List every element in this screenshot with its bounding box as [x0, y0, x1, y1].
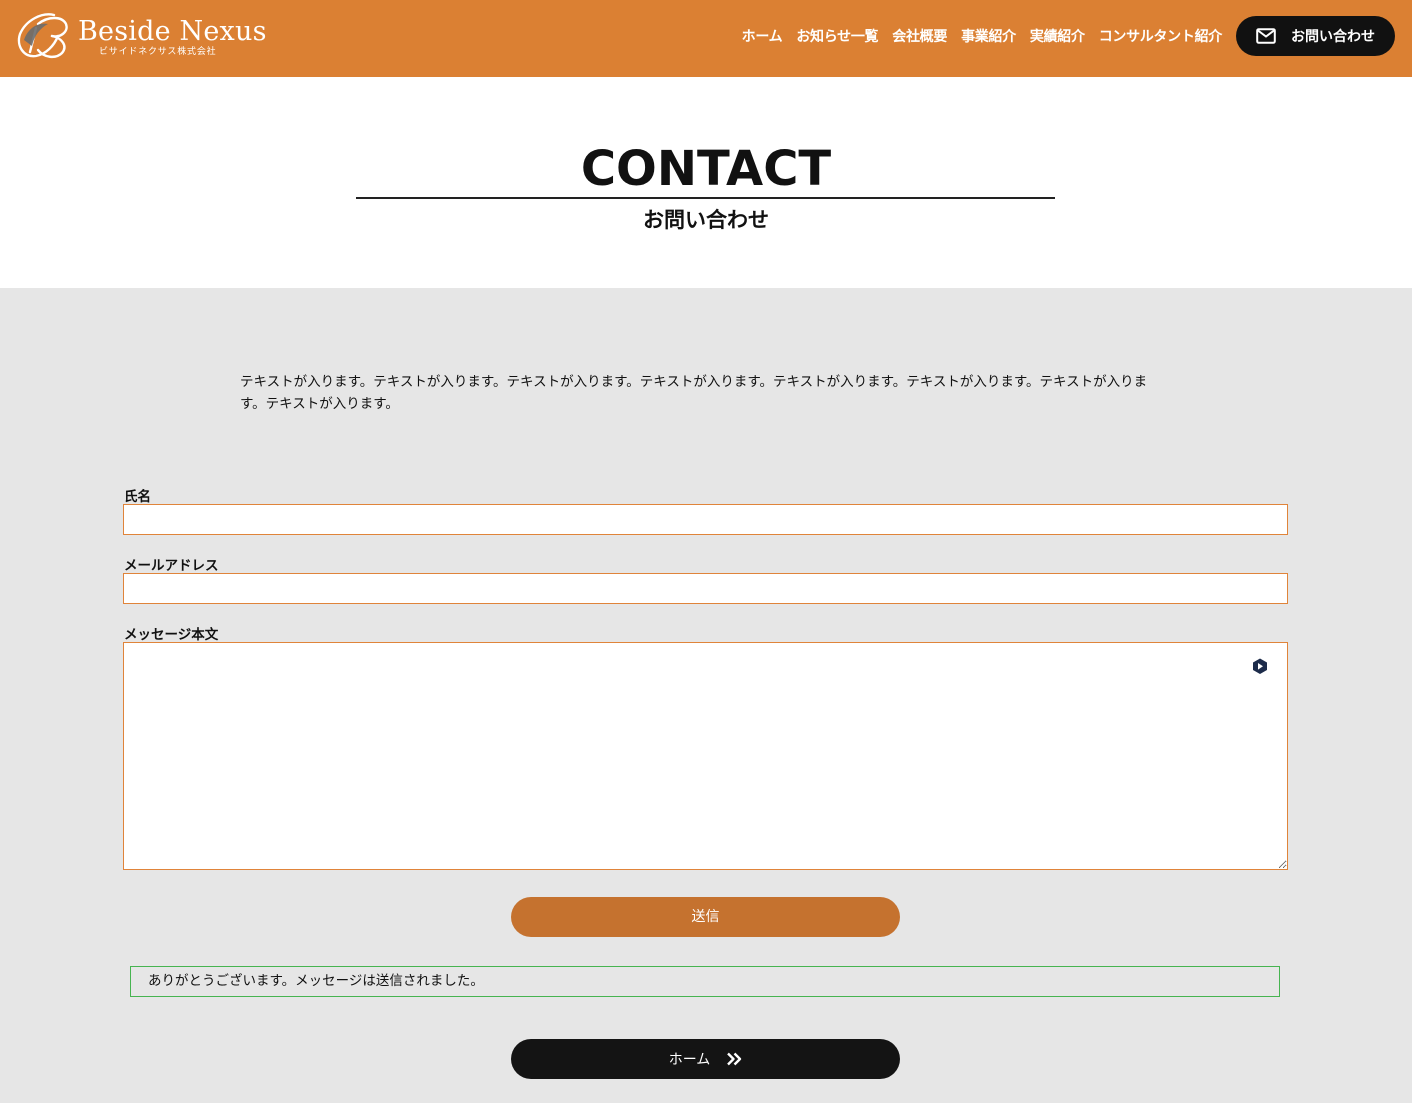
nav-item-business[interactable]: 事業紹介 [961, 26, 1016, 46]
header-contact-label: お問い合わせ [1291, 29, 1375, 45]
double-chevron-right-icon [727, 1052, 742, 1066]
success-message: ありがとうございます。メッセージは送信されました。 [130, 966, 1280, 997]
logo-mark-icon [17, 13, 68, 58]
brand-name: Beside Nexus [78, 16, 267, 47]
brand-logo[interactable]: Beside Nexus ビサイドネクサス株式会社 [14, 6, 266, 66]
intro-text: テキストが入ります。テキストが入ります。テキストが入ります。テキストが入ります。… [240, 374, 1148, 412]
nav-item-company[interactable]: 会社概要 [892, 26, 947, 46]
page-title-section: CONTACT お問い合わせ [0, 77, 1412, 288]
site-header: Beside Nexus ビサイドネクサス株式会社 ホーム お知らせ一覧 会社概… [0, 0, 1412, 77]
nav-item-achievements[interactable]: 実績紹介 [1030, 26, 1085, 46]
main-nav: ホーム お知らせ一覧 会社概要 事業紹介 実績紹介 コンサルタント紹介 [742, 26, 1223, 46]
nav-item-news[interactable]: お知らせ一覧 [796, 26, 878, 46]
nav-item-home[interactable]: ホーム [742, 26, 783, 46]
message-label: メッセージ本文 [124, 627, 219, 643]
title-divider [356, 197, 1055, 199]
name-input[interactable] [123, 504, 1288, 535]
submit-button[interactable]: 送信 [511, 897, 900, 937]
home-button-label: ホーム [668, 1052, 711, 1068]
page-subtitle: お問い合わせ [643, 208, 769, 232]
message-textarea[interactable] [123, 642, 1288, 870]
brand-subtitle: ビサイドネクサス株式会社 [99, 47, 217, 57]
email-input[interactable] [123, 573, 1288, 604]
header-contact-button[interactable]: お問い合わせ [1236, 16, 1395, 56]
email-label: メールアドレス [124, 558, 219, 574]
page-title: CONTACT [580, 141, 832, 197]
extension-icon[interactable] [1252, 658, 1268, 675]
nav-item-consultants[interactable]: コンサルタント紹介 [1099, 26, 1223, 46]
mail-icon [1256, 28, 1276, 44]
home-button[interactable]: ホーム [511, 1039, 900, 1079]
name-label: 氏名 [124, 489, 151, 505]
